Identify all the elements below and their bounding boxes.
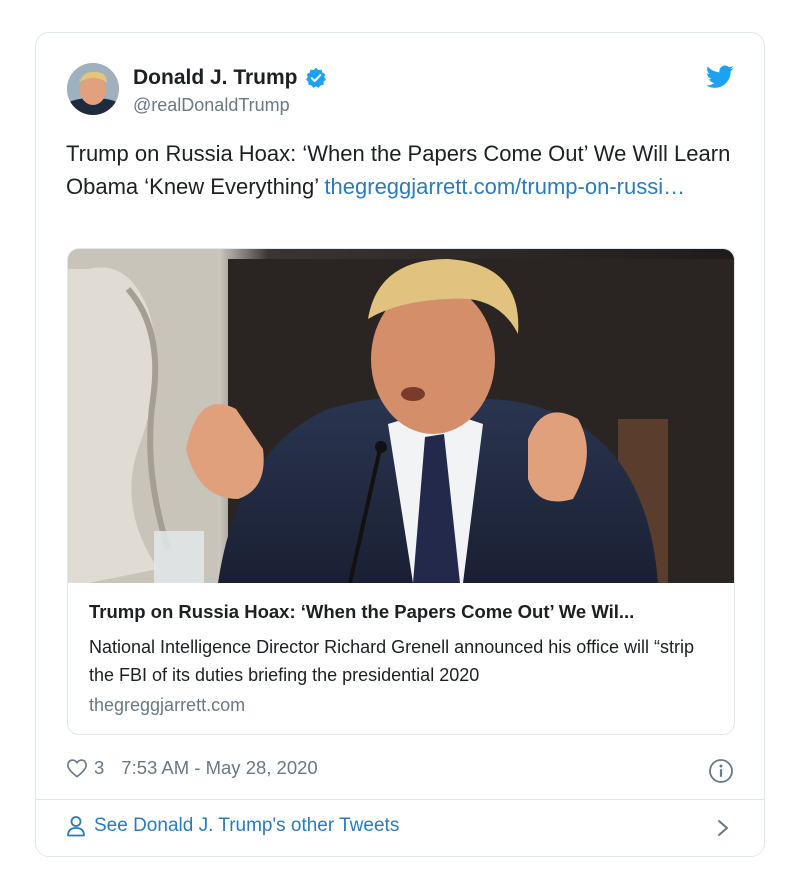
card-image[interactable] bbox=[68, 249, 735, 583]
tweet-embed-card: Donald J. Trump @realDonaldTrump Trump o… bbox=[35, 32, 765, 857]
avatar[interactable] bbox=[67, 63, 119, 115]
card-description: National Intelligence Director Richard G… bbox=[89, 637, 694, 685]
like-count[interactable]: 3 bbox=[94, 757, 104, 779]
author-name-row[interactable]: Donald J. Trump bbox=[133, 66, 327, 90]
verified-badge-icon bbox=[305, 67, 326, 88]
other-tweets-label[interactable]: See Donald J. Trump's other Tweets bbox=[94, 815, 399, 837]
heart-icon[interactable] bbox=[66, 758, 88, 778]
twitter-bird-icon[interactable] bbox=[706, 65, 734, 89]
tweet-link[interactable]: thegreggjarrett.com/trump-on-russi… bbox=[324, 174, 685, 199]
link-preview-card[interactable]: Trump on Russia Hoax: ‘When the Papers C… bbox=[67, 248, 735, 735]
card-domain: thegreggjarrett.com bbox=[89, 695, 246, 715]
info-icon[interactable] bbox=[708, 758, 734, 784]
avatar-image bbox=[67, 63, 119, 115]
tweet-text: Trump on Russia Hoax: ‘When the Papers C… bbox=[66, 137, 736, 203]
divider bbox=[36, 799, 764, 800]
tweet-meta-row: 3 7:53 AM - May 28, 2020 bbox=[66, 757, 318, 779]
timestamp[interactable]: 7:53 AM - May 28, 2020 bbox=[121, 757, 317, 779]
chevron-right-icon[interactable] bbox=[716, 818, 730, 838]
author-handle[interactable]: @realDonaldTrump bbox=[133, 95, 290, 116]
person-icon bbox=[67, 816, 85, 837]
see-other-tweets-link[interactable]: See Donald J. Trump's other Tweets bbox=[66, 815, 399, 837]
card-title[interactable]: Trump on Russia Hoax: ‘When the Papers C… bbox=[89, 601, 719, 623]
author-name[interactable]: Donald J. Trump bbox=[133, 66, 298, 90]
